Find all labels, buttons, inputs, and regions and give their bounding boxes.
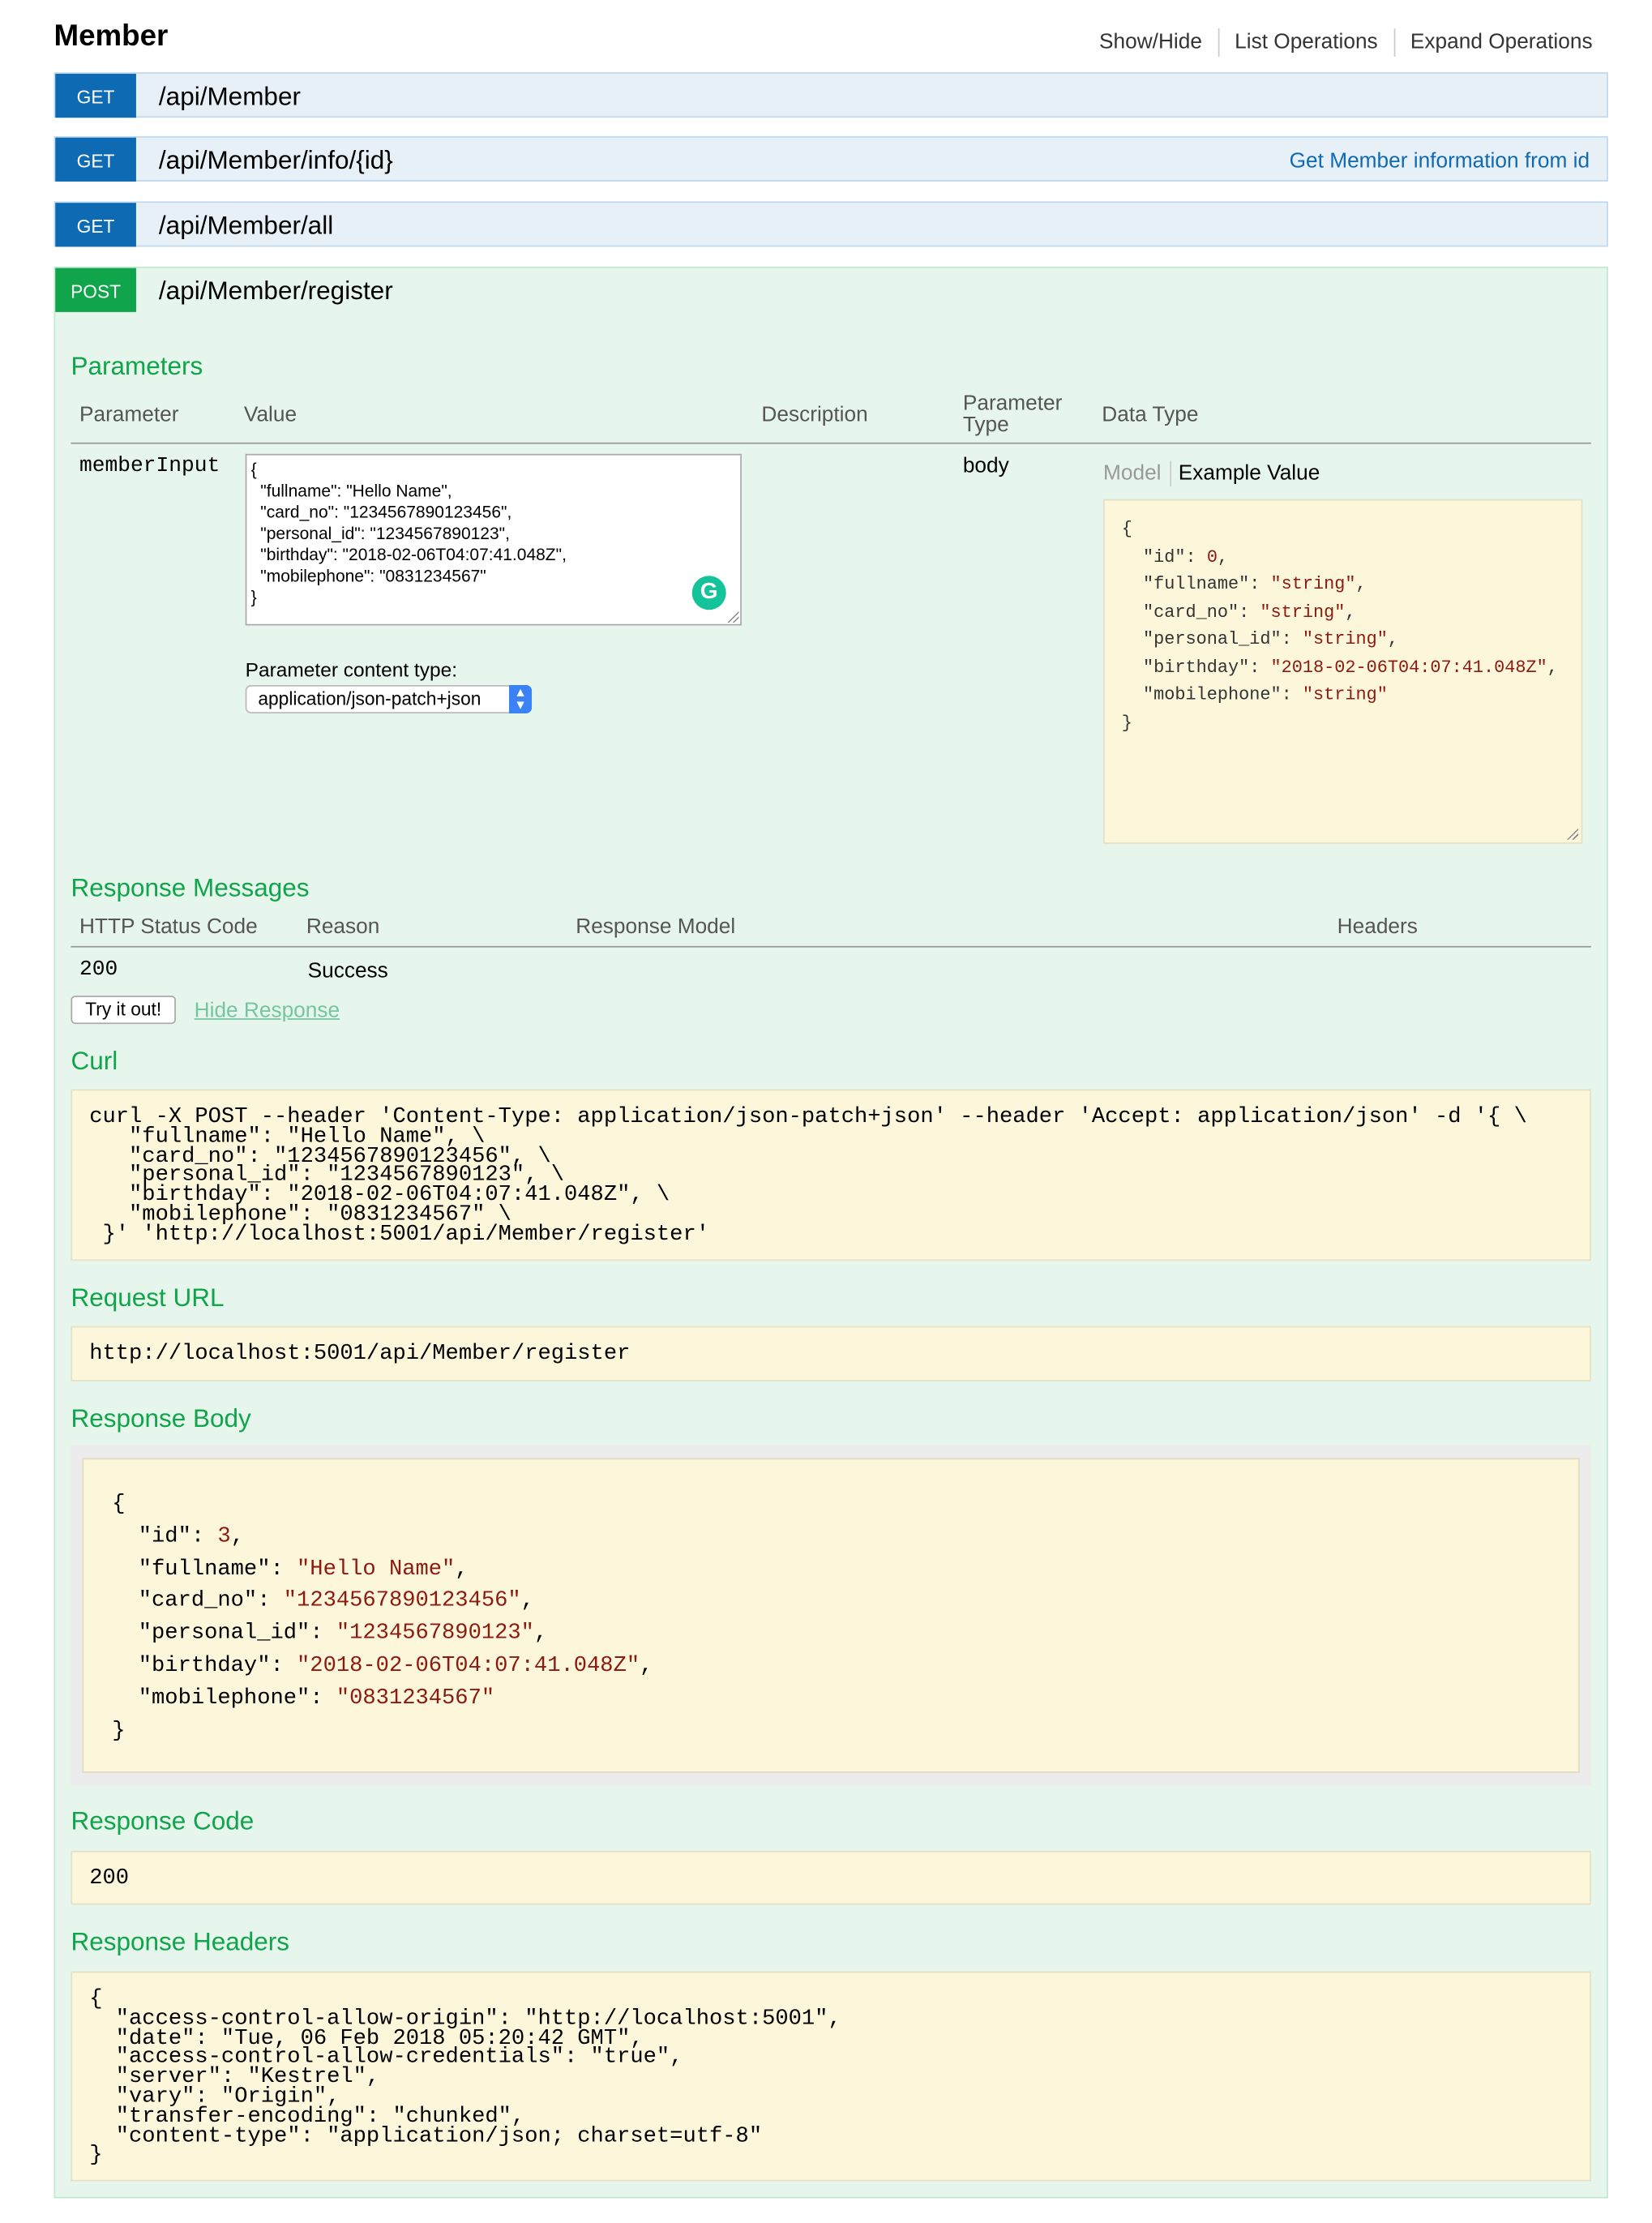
col-parameter: Parameter [79, 402, 179, 427]
json-key: "card_no" [138, 1587, 258, 1613]
http-verb-badge[interactable]: POST [55, 268, 136, 312]
parameters-heading: Parameters [71, 351, 203, 380]
json-value: "1234567890123456" [283, 1587, 521, 1613]
json-brace: } [1121, 713, 1132, 733]
json-value: "1234567890123" [336, 1620, 534, 1646]
operation-summary[interactable]: Get Member information from id [1290, 149, 1590, 173]
parameter-type-value: body [962, 453, 1009, 478]
tab-divider [1170, 460, 1172, 487]
response-body: { "id": 3, "fullname": "Hello Name", "ca… [82, 1458, 1580, 1773]
json-key: "birthday" [1143, 657, 1250, 678]
http-verb-badge[interactable]: GET [55, 73, 136, 118]
parameters-header-rule [71, 442, 1591, 444]
operation-path[interactable]: /api/Member/info/{id} [159, 146, 393, 176]
request-body-input[interactable]: { "fullname": "Hello Name", "card_no": "… [245, 453, 742, 626]
resource-title: Member [53, 19, 169, 53]
response-headers-heading: Response Headers [71, 1927, 290, 1956]
try-it-out-button[interactable]: Try it out! [71, 996, 176, 1025]
operation-get-member-info[interactable]: GET /api/Member/info/{id} Get Member inf… [53, 135, 1608, 182]
json-key: "birthday" [138, 1652, 271, 1678]
json-key: "fullname" [138, 1555, 271, 1581]
json-value: "string" [1270, 574, 1356, 594]
json-key: "personal_id" [1143, 629, 1282, 650]
hide-response-link[interactable]: Hide Response [195, 999, 340, 1023]
json-value: 0 [1206, 546, 1218, 567]
response-reason: Success [307, 958, 388, 983]
col-parameter-type-line1: Parameter [962, 391, 1063, 416]
json-key: "mobilephone" [1143, 684, 1282, 705]
json-brace: { [112, 1490, 126, 1517]
grammarly-icon[interactable]: G [691, 576, 726, 610]
col-description: Description [761, 402, 868, 427]
response-headers-value: { "access-control-allow-origin": "http:/… [71, 1971, 1591, 2182]
col-data-type: Data Type [1102, 402, 1199, 427]
response-status-code: 200 [79, 957, 118, 982]
response-body-heading: Response Body [71, 1403, 251, 1433]
response-code-value: 200 [71, 1850, 1591, 1905]
operation-path[interactable]: /api/Member [159, 82, 301, 112]
json-value: "string" [1260, 602, 1346, 623]
operation-path[interactable]: /api/Member/all [159, 212, 333, 242]
curl-heading: Curl [71, 1047, 118, 1076]
col-reason: Reason [306, 914, 380, 940]
http-verb-badge[interactable]: GET [55, 137, 136, 182]
select-arrows-icon: ▲ ▼ [509, 684, 533, 713]
curl-command: curl -X POST --header 'Content-Type: app… [71, 1089, 1591, 1261]
json-key: "id" [1143, 546, 1186, 567]
model-tab[interactable]: Model [1103, 461, 1161, 486]
col-value: Value [243, 402, 297, 427]
http-verb-badge[interactable]: GET [55, 203, 136, 247]
content-type-label: Parameter content type: [245, 657, 458, 681]
operation-path[interactable]: /api/Member/register [159, 276, 393, 306]
example-value-box[interactable]: { "id": 0, "fullname": "string", "card_n… [1103, 499, 1583, 844]
show-hide-link[interactable]: Show/Hide [1084, 28, 1219, 57]
resource-links: Show/Hide List Operations Expand Operati… [1084, 28, 1593, 57]
textarea-resize-handle[interactable] [725, 610, 739, 623]
list-operations-link[interactable]: List Operations [1219, 28, 1395, 57]
json-key: "personal_id" [138, 1620, 310, 1646]
request-url-value: http://localhost:5001/api/Member/registe… [71, 1326, 1591, 1381]
col-response-model: Response Model [576, 914, 736, 940]
json-value: "string" [1302, 629, 1388, 650]
json-brace: } [112, 1716, 126, 1743]
parameter-name: memberInput [79, 453, 220, 478]
col-headers: Headers [1337, 914, 1418, 940]
col-parameter-type-line2: Type [962, 413, 1009, 437]
json-key: "id" [138, 1523, 191, 1548]
response-code-heading: Response Code [71, 1806, 255, 1835]
request-url-heading: Request URL [71, 1283, 225, 1313]
json-key: "card_no" [1143, 602, 1239, 623]
json-value: "string" [1302, 684, 1388, 705]
expand-operations-link[interactable]: Expand Operations [1395, 28, 1593, 57]
operation-get-member[interactable]: GET /api/Member [53, 72, 1608, 118]
json-brace: { [1121, 519, 1132, 539]
content-type-select[interactable]: application/json-patch+json ▲ ▼ [245, 684, 533, 713]
content-type-value: application/json-patch+json [258, 687, 481, 709]
col-parameter-type: Parameter Type [963, 393, 1063, 435]
json-key: "fullname" [1143, 574, 1250, 594]
json-value: "2018-02-06T04:07:41.048Z" [297, 1652, 640, 1678]
example-value-tab[interactable]: Example Value [1179, 461, 1320, 486]
response-body-frame: { "id": 3, "fullname": "Hello Name", "ca… [71, 1445, 1591, 1786]
example-resize-handle[interactable] [1565, 826, 1579, 840]
operation-get-member-all[interactable]: GET /api/Member/all [53, 201, 1608, 247]
response-messages-heading: Response Messages [71, 873, 310, 902]
json-key: "mobilephone" [138, 1684, 310, 1711]
col-http-status-code: HTTP Status Code [79, 914, 258, 940]
json-value: "Hello Name" [297, 1555, 456, 1581]
json-value: "0831234567" [336, 1684, 495, 1711]
json-value: "2018-02-06T04:07:41.048Z" [1270, 657, 1547, 678]
response-header-rule [71, 945, 1591, 948]
json-value: 3 [217, 1523, 231, 1548]
